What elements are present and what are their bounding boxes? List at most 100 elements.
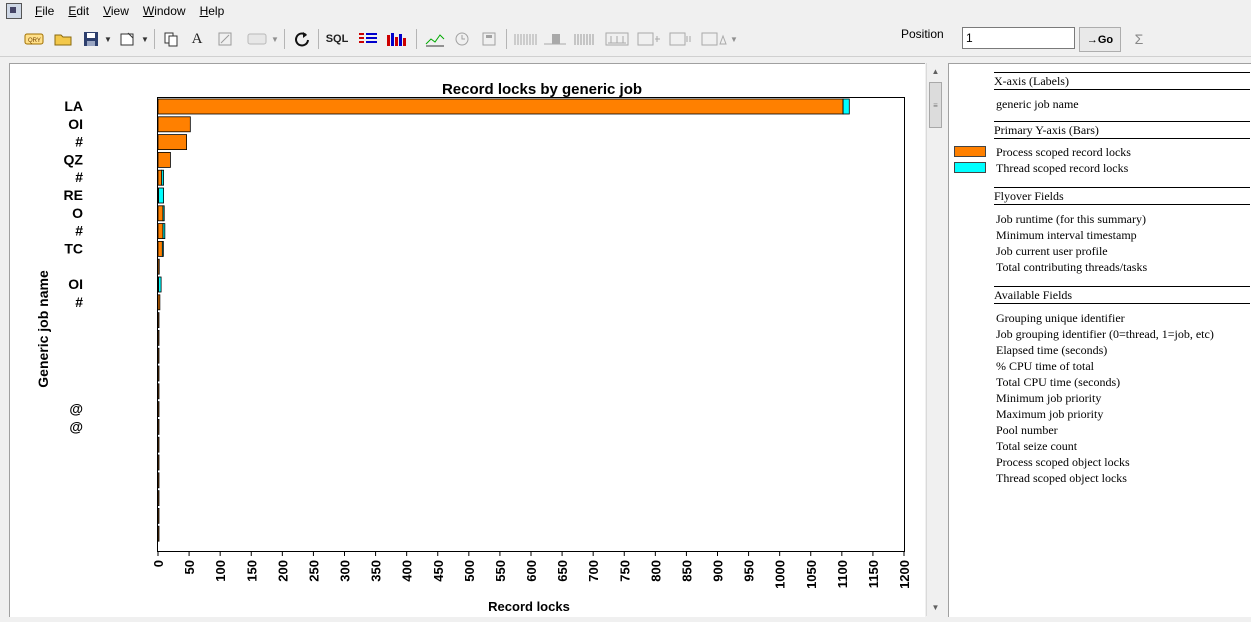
x-tick-label: 800 [648, 560, 663, 582]
y-tick-label: RE [64, 187, 83, 203]
menu-help[interactable]: Help [193, 4, 232, 18]
bar-thread-scoped[interactable] [161, 169, 164, 186]
legend-item-thread[interactable]: Thread scoped record locks [996, 160, 1128, 176]
position-input[interactable] [962, 27, 1075, 49]
bar-process-scoped[interactable] [157, 116, 191, 133]
sum-button[interactable]: Σ [1128, 27, 1150, 50]
bar-process-scoped[interactable] [157, 365, 160, 382]
bar-process-scoped[interactable] [157, 98, 844, 115]
menu-file[interactable]: File [28, 4, 61, 18]
go-button[interactable]: →Go [1079, 27, 1121, 52]
legend-item-process[interactable]: Process scoped record locks [996, 144, 1131, 160]
bar-graph-icon[interactable] [384, 28, 410, 50]
bar-process-scoped[interactable] [157, 436, 160, 453]
save-icon[interactable] [80, 28, 102, 50]
bar-process-scoped[interactable] [157, 169, 163, 186]
available-field[interactable]: Maximum job priority [996, 406, 1103, 422]
table-view-icon[interactable] [356, 28, 380, 50]
bar-process-scoped[interactable] [157, 418, 160, 435]
available-field[interactable]: Process scoped object locks [996, 454, 1130, 470]
zoom-in-bars-icon[interactable] [635, 28, 663, 50]
y-axis-header: Primary Y-axis (Bars) [994, 121, 1250, 139]
flyover-field[interactable]: Job current user profile [996, 243, 1108, 259]
scroll-down-arrow-icon[interactable]: ▼ [927, 599, 944, 616]
bar-thread-scoped[interactable] [158, 187, 164, 204]
x-tick-label: 500 [462, 560, 477, 582]
menu-view[interactable]: View [96, 4, 136, 18]
zoom-bars-icon-4[interactable] [603, 28, 631, 50]
timeline-icon[interactable] [451, 28, 473, 50]
bar-process-scoped[interactable] [157, 525, 160, 542]
flyover-field[interactable]: Total contributing threads/tasks [996, 259, 1147, 275]
chart-vertical-scrollbar[interactable]: ▲ ≡ ▼ [926, 63, 944, 616]
bar-process-scoped[interactable] [157, 134, 187, 150]
bar-thread-scoped[interactable] [162, 223, 166, 240]
bar-process-scoped[interactable] [157, 205, 164, 222]
font-icon[interactable]: A [186, 28, 208, 50]
query-icon[interactable]: QRY [22, 28, 46, 50]
menu-bar: File Edit View Window Help [0, 0, 1251, 22]
zoom-bars-icon-1[interactable] [513, 28, 539, 50]
bar-process-scoped[interactable] [157, 329, 160, 346]
bar-process-scoped[interactable] [157, 312, 160, 329]
available-field[interactable]: Elapsed time (seconds) [996, 342, 1107, 358]
available-field[interactable]: Job grouping identifier (0=thread, 1=job… [996, 326, 1214, 342]
available-field[interactable]: Total seize count [996, 438, 1077, 454]
line-graph-icon[interactable] [423, 28, 447, 50]
bar-process-scoped[interactable] [157, 454, 160, 471]
x-tick-label: 150 [244, 560, 259, 582]
save-dropdown-icon[interactable]: ▼ [103, 28, 113, 50]
properties-icon[interactable] [116, 28, 138, 50]
bar-process-scoped[interactable] [157, 507, 160, 524]
scroll-up-arrow-icon[interactable]: ▲ [927, 63, 944, 80]
chart-options-dropdown-icon[interactable]: ▼ [729, 28, 739, 50]
x-tick-label: 650 [555, 560, 570, 582]
scroll-thumb[interactable]: ≡ [929, 82, 942, 128]
copy-icon[interactable] [160, 28, 182, 50]
flyover-field[interactable]: Minimum interval timestamp [996, 227, 1137, 243]
bar-process-scoped[interactable] [157, 223, 164, 240]
query-dropdown-icon[interactable]: ▼ [270, 28, 280, 50]
app-icon[interactable] [6, 3, 22, 19]
x-tick-label: 350 [369, 560, 384, 582]
bar-process-scoped[interactable] [157, 490, 160, 507]
available-field[interactable]: Total CPU time (seconds) [996, 374, 1120, 390]
bar-process-scoped[interactable] [157, 294, 161, 311]
menu-edit[interactable]: Edit [61, 4, 96, 18]
sql-button[interactable]: SQL [322, 28, 352, 50]
x-tick-label: 850 [679, 560, 694, 582]
bar-process-scoped[interactable] [157, 258, 160, 275]
refresh-icon[interactable] [291, 28, 313, 50]
zoom-bars-icon-2[interactable] [542, 28, 568, 50]
available-field[interactable]: % CPU time of total [996, 358, 1094, 374]
bar-process-scoped[interactable] [157, 383, 160, 400]
zoom-out-bars-icon[interactable] [667, 28, 695, 50]
query-disabled-icon[interactable] [246, 28, 268, 50]
detail-icon[interactable] [478, 28, 500, 50]
chart-options-icon[interactable] [699, 28, 729, 50]
available-field[interactable]: Pool number [996, 422, 1058, 438]
bar-thread-scoped[interactable] [842, 98, 850, 115]
available-field[interactable]: Thread scoped object locks [996, 470, 1127, 486]
position-label: Position [901, 27, 944, 41]
available-field[interactable]: Grouping unique identifier [996, 310, 1125, 326]
x-axis-field[interactable]: generic job name [996, 96, 1079, 112]
bar-thread-scoped[interactable] [162, 205, 165, 222]
legend-swatch-process [954, 146, 986, 157]
bar-process-scoped[interactable] [157, 401, 160, 418]
flyover-field[interactable]: Job runtime (for this summary) [996, 211, 1146, 227]
menu-window[interactable]: Window [136, 4, 193, 18]
drill-icon[interactable] [214, 28, 236, 50]
available-field[interactable]: Minimum job priority [996, 390, 1101, 406]
properties-dropdown-icon[interactable]: ▼ [140, 28, 150, 50]
bar-thread-scoped[interactable] [158, 276, 162, 293]
zoom-bars-icon-3[interactable] [571, 28, 597, 50]
bar-process-scoped[interactable] [157, 240, 163, 257]
bar-thread-scoped[interactable] [161, 240, 164, 257]
y-tick-label: # [75, 134, 83, 150]
open-folder-icon[interactable] [52, 28, 74, 50]
y-tick-label: LA [64, 98, 83, 114]
bar-process-scoped[interactable] [157, 472, 160, 489]
bar-process-scoped[interactable] [157, 152, 171, 168]
bar-process-scoped[interactable] [157, 347, 160, 364]
